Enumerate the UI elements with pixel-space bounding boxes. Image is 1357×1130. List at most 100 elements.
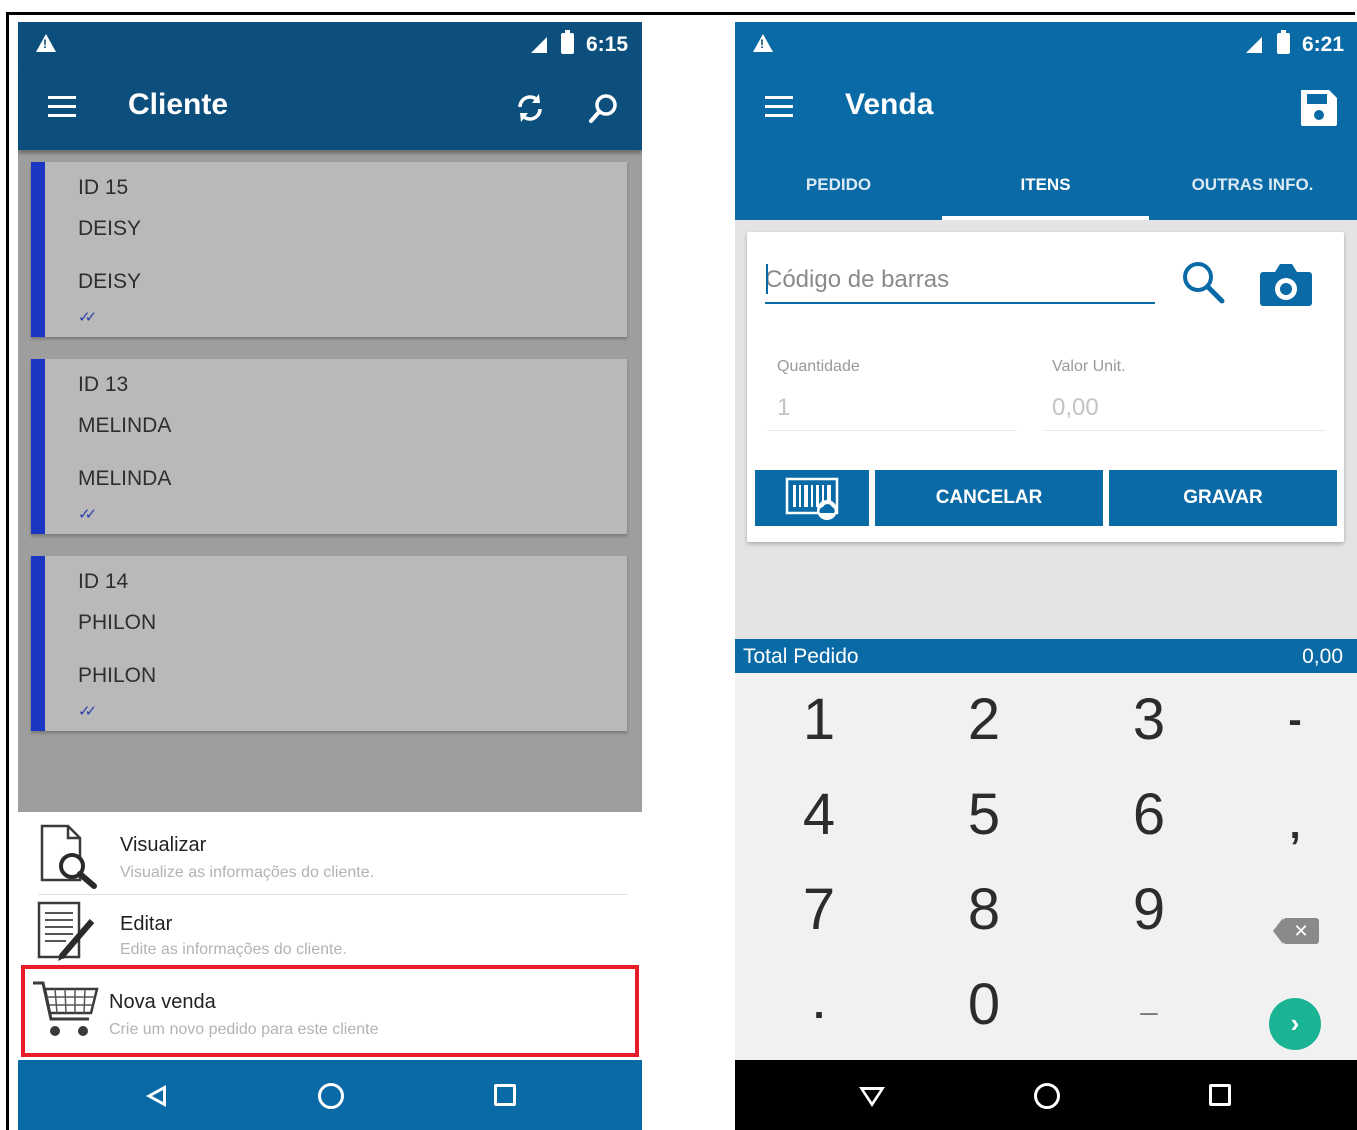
client-name: MELINDA bbox=[78, 414, 172, 437]
client-name: DEISY bbox=[78, 217, 142, 240]
double-check-icon: ✓✓ bbox=[78, 309, 97, 326]
app-bar: Cliente bbox=[18, 66, 642, 150]
client-id: ID 14 bbox=[78, 570, 129, 593]
quantity-field[interactable]: 1 bbox=[777, 394, 790, 422]
save-icon[interactable] bbox=[1299, 88, 1339, 128]
system-nav-bar bbox=[735, 1060, 1357, 1130]
client-fantasy-name: DEISY bbox=[78, 270, 142, 293]
sheet-item-title: Nova venda bbox=[109, 991, 216, 1013]
tab-pedido[interactable]: PEDIDO bbox=[735, 150, 942, 220]
total-label: Total Pedido bbox=[743, 645, 859, 668]
page-title: Cliente bbox=[128, 88, 229, 121]
client-card[interactable]: ID 13 MELINDA MELINDA ✓✓ bbox=[31, 359, 627, 534]
key-minus[interactable]: - bbox=[1245, 673, 1345, 767]
sheet-item-subtitle: Crie um novo pedido para este cliente bbox=[109, 1021, 379, 1038]
key-1[interactable]: 1 bbox=[769, 673, 869, 767]
cart-icon bbox=[33, 981, 99, 1036]
key-6[interactable]: 6 bbox=[1099, 768, 1199, 862]
key-comma[interactable]: , bbox=[1245, 778, 1345, 872]
warning-icon bbox=[753, 34, 773, 52]
unit-value-underline bbox=[1045, 430, 1325, 431]
quantity-underline bbox=[767, 430, 1017, 431]
quantity-label: Quantidade bbox=[777, 358, 860, 375]
double-check-icon: ✓✓ bbox=[78, 703, 97, 720]
sheet-item-subtitle: Visualize as informações do cliente. bbox=[120, 864, 375, 881]
client-fantasy-name: MELINDA bbox=[78, 467, 172, 490]
status-time: 6:21 bbox=[1302, 33, 1345, 56]
home-icon bbox=[318, 1083, 344, 1109]
left-phone-screen: 6:15 Cliente ID 15 DEISY DEISY ✓✓ ID 13 … bbox=[18, 22, 642, 1130]
view-document-icon bbox=[40, 824, 97, 889]
edit-document-icon bbox=[37, 901, 95, 961]
page-title: Venda bbox=[845, 88, 934, 121]
signal-icon bbox=[1246, 37, 1262, 53]
barcode-cloud-icon bbox=[785, 477, 839, 520]
client-card[interactable]: ID 14 PHILON PHILON ✓✓ bbox=[31, 556, 627, 731]
home-button[interactable] bbox=[295, 1060, 365, 1130]
client-id: ID 15 bbox=[78, 176, 129, 199]
sheet-item-nova-venda[interactable]: Nova venda Crie um novo pedido para este… bbox=[21, 965, 639, 1057]
search-icon[interactable] bbox=[586, 90, 622, 126]
client-id: ID 13 bbox=[78, 373, 129, 396]
backspace-key[interactable]: ✕ bbox=[1273, 918, 1319, 944]
recent-apps-icon bbox=[1209, 1084, 1231, 1106]
tab-itens[interactable]: ITENS bbox=[942, 150, 1149, 220]
sheet-item-title: Visualizar bbox=[120, 834, 207, 856]
text-caret bbox=[766, 264, 768, 294]
status-bar: 6:21 bbox=[735, 22, 1357, 66]
key-8[interactable]: 8 bbox=[934, 863, 1034, 957]
back-button[interactable] bbox=[121, 1060, 191, 1130]
cancel-button[interactable]: CANCELAR bbox=[875, 470, 1103, 526]
key-3[interactable]: 3 bbox=[1099, 673, 1199, 767]
tab-outras-info[interactable]: OUTRAS INFO. bbox=[1149, 150, 1356, 220]
client-card[interactable]: ID 15 DEISY DEISY ✓✓ bbox=[31, 162, 627, 337]
total-value: 0,00 bbox=[1302, 645, 1343, 668]
total-bar: Total Pedido 0,00 bbox=[735, 639, 1357, 673]
double-check-icon: ✓✓ bbox=[78, 506, 97, 523]
client-fantasy-name: PHILON bbox=[78, 664, 157, 687]
key-5[interactable]: 5 bbox=[934, 768, 1034, 862]
back-button[interactable] bbox=[836, 1060, 906, 1130]
right-phone-screen: 6:21 Venda PEDIDO ITENS OUTRAS INFO. Qua… bbox=[735, 22, 1357, 1130]
menu-icon[interactable] bbox=[48, 96, 76, 118]
save-button[interactable]: GRAVAR bbox=[1109, 470, 1337, 526]
home-button[interactable] bbox=[1011, 1060, 1081, 1130]
item-form-card: Quantidade 1 Valor Unit. 0,00 bbox=[747, 232, 1344, 542]
unit-value-field[interactable]: 0,00 bbox=[1052, 394, 1099, 422]
sync-icon[interactable] bbox=[512, 90, 548, 126]
status-bar: 6:15 bbox=[18, 22, 642, 66]
camera-icon[interactable] bbox=[1259, 260, 1313, 308]
signal-icon bbox=[531, 37, 547, 53]
battery-icon bbox=[561, 30, 574, 54]
barcode-input[interactable] bbox=[765, 258, 1155, 304]
recent-apps-button[interactable] bbox=[1185, 1060, 1255, 1130]
key-4[interactable]: 4 bbox=[769, 768, 869, 862]
tab-bar: PEDIDO ITENS OUTRAS INFO. bbox=[735, 150, 1357, 220]
key-0[interactable]: 0 bbox=[934, 958, 1034, 1052]
numeric-keypad: 1 2 3 - 4 5 6 , 7 8 9 ✕ . 0 _ › bbox=[735, 673, 1357, 1060]
app-bar: Venda bbox=[735, 66, 1357, 150]
sheet-item-editar[interactable]: Editar Edite as informações do cliente. bbox=[18, 895, 642, 972]
home-icon bbox=[1034, 1083, 1060, 1109]
menu-icon[interactable] bbox=[765, 96, 793, 118]
key-space[interactable]: _ bbox=[1099, 953, 1199, 1047]
battery-icon bbox=[1277, 30, 1290, 54]
back-icon bbox=[146, 1085, 166, 1107]
sheet-item-visualizar[interactable]: Visualizar Visualize as informações do c… bbox=[18, 816, 642, 893]
key-9[interactable]: 9 bbox=[1099, 863, 1199, 957]
recent-apps-button[interactable] bbox=[470, 1060, 540, 1130]
search-icon[interactable] bbox=[1179, 258, 1227, 306]
back-icon bbox=[859, 1087, 885, 1107]
barcode-cloud-button[interactable] bbox=[755, 470, 869, 526]
key-7[interactable]: 7 bbox=[769, 863, 869, 957]
bottom-sheet: Visualizar Visualize as informações do c… bbox=[18, 812, 642, 1062]
client-name: PHILON bbox=[78, 611, 157, 634]
recent-apps-icon bbox=[494, 1084, 516, 1106]
warning-icon bbox=[36, 34, 56, 52]
system-nav-bar bbox=[18, 1060, 642, 1130]
unit-value-label: Valor Unit. bbox=[1052, 358, 1126, 375]
key-2[interactable]: 2 bbox=[934, 673, 1034, 767]
enter-key[interactable]: › bbox=[1269, 998, 1321, 1050]
sheet-item-title: Editar bbox=[120, 913, 173, 935]
key-dot[interactable]: . bbox=[769, 958, 869, 1052]
